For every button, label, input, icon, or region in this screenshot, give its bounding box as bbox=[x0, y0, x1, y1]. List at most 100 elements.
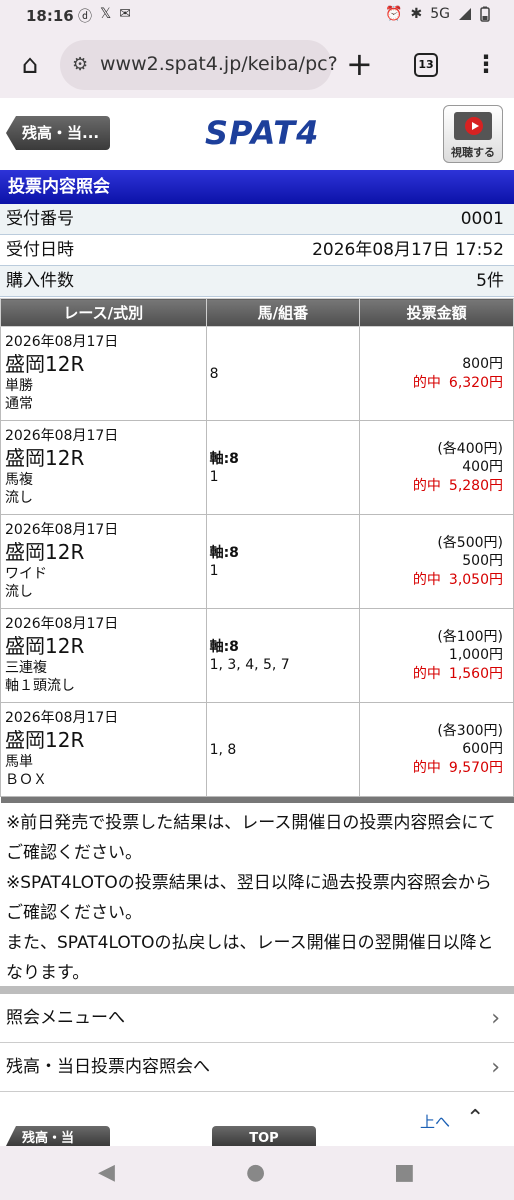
bet-amount: 400円 bbox=[462, 458, 503, 475]
hit-label: 的中 bbox=[412, 665, 441, 682]
hit-label: 的中 bbox=[412, 759, 441, 776]
back-to-balance-button-bottom[interactable]: 残高・当 bbox=[6, 1126, 110, 1146]
combo-numbers: 1, 8 bbox=[209, 741, 237, 758]
hit-payout: 的中 6,320円 bbox=[360, 373, 503, 393]
nav-back-icon[interactable]: ◀ bbox=[98, 1160, 115, 1185]
column-header-amount: 投票金額 bbox=[359, 298, 514, 327]
axis-horse: 軸:8 bbox=[209, 544, 239, 561]
race-cell: 2026年08月17日 盛岡12R 馬単 ＢＯＸ bbox=[0, 702, 207, 797]
hit-payout: 的中 9,570円 bbox=[360, 758, 503, 778]
back-to-balance-button[interactable]: 残高・当... bbox=[6, 116, 110, 150]
top-button[interactable]: TOP bbox=[212, 1126, 316, 1146]
receipt-datetime-value: 2026年08月17日 17:52 bbox=[312, 240, 504, 260]
mail-icon: ✉ bbox=[119, 6, 132, 22]
bet-amount: 600円 bbox=[462, 740, 503, 757]
race-cell: 2026年08月17日 盛岡12R 単勝 通常 bbox=[0, 326, 207, 421]
purchase-count-label: 購入件数 bbox=[6, 271, 74, 291]
race-date: 2026年08月17日 bbox=[5, 428, 119, 444]
bet-table: レース/式別 馬/組番 投票金額 2026年08月17日 盛岡12R 単勝 通常… bbox=[0, 298, 514, 803]
race-name: 盛岡12R bbox=[5, 446, 85, 470]
race-name: 盛岡12R bbox=[5, 728, 85, 752]
race-date: 2026年08月17日 bbox=[5, 616, 119, 632]
race-date: 2026年08月17日 bbox=[5, 522, 119, 538]
race-cell: 2026年08月17日 盛岡12R 馬複 流し bbox=[0, 420, 207, 515]
race-date: 2026年08月17日 bbox=[5, 710, 119, 726]
balance-today-link[interactable]: 残高・当日投票内容照会へ › bbox=[0, 1043, 514, 1092]
hit-payout: 的中 1,560円 bbox=[360, 664, 503, 684]
chevron-up-icon[interactable]: ⌃ bbox=[466, 1106, 484, 1131]
chevron-right-icon: › bbox=[491, 1006, 500, 1031]
site-settings-icon[interactable]: ⚙ bbox=[72, 54, 88, 75]
bet-amount: 1,000円 bbox=[448, 646, 503, 663]
network-type: 5G bbox=[430, 6, 450, 22]
combo-cell: 8 bbox=[205, 326, 361, 421]
new-tab-icon[interactable]: + bbox=[346, 46, 373, 82]
bet-type: 馬単 bbox=[5, 754, 33, 770]
receipt-number-row: 受付番号 0001 bbox=[0, 204, 514, 235]
browser-toolbar: ⌂ ⚙ www2.spat4.jp/keiba/pc? + 13 ⋮ bbox=[0, 32, 514, 98]
receipt-datetime-label: 受付日時 bbox=[6, 240, 74, 260]
system-icons: ⏰ ✱ 5G bbox=[385, 6, 490, 22]
tab-switcher-button[interactable]: 13 bbox=[414, 53, 438, 77]
axis-horse: 軸:8 bbox=[209, 638, 239, 655]
bet-type: 馬複 bbox=[5, 472, 33, 488]
table-footer-bar bbox=[0, 796, 514, 803]
axis-horse: 軸:8 bbox=[209, 450, 239, 467]
balance-today-label: 残高・当日投票内容照会へ bbox=[6, 1057, 210, 1077]
notification-icons: ⓓ 𝕏 ✉ bbox=[78, 6, 131, 26]
hit-amount: 6,320円 bbox=[448, 374, 503, 391]
table-row: 2026年08月17日 盛岡12R 馬複 流し 軸:8 1 (各400円) 40… bbox=[0, 420, 514, 515]
hit-payout: 的中 5,280円 bbox=[360, 476, 503, 496]
combo-cell: 軸:8 1 bbox=[205, 420, 361, 515]
race-name: 盛岡12R bbox=[5, 540, 85, 564]
site-header: 残高・当... SPAT4 視聴する bbox=[0, 98, 514, 170]
amount-cell: (各100円) 1,000円 的中 1,560円 bbox=[359, 608, 514, 703]
bet-method: 通常 bbox=[5, 396, 33, 412]
table-row: 2026年08月17日 盛岡12R 三連複 軸１頭流し 軸:8 1, 3, 4,… bbox=[0, 608, 514, 703]
amount-cell: (各400円) 400円 的中 5,280円 bbox=[359, 420, 514, 515]
notification-d-icon: ⓓ bbox=[78, 9, 92, 25]
bet-type: 単勝 bbox=[5, 378, 33, 394]
page-footer: 上へ ⌃ 残高・当 TOP bbox=[0, 1096, 514, 1146]
race-cell: 2026年08月17日 盛岡12R ワイド 流し bbox=[0, 514, 207, 609]
receipt-datetime-row: 受付日時 2026年08月17日 17:52 bbox=[0, 235, 514, 266]
battery-icon bbox=[480, 6, 490, 22]
combo-cell: 1, 8 bbox=[205, 702, 361, 797]
combo-cell: 軸:8 1 bbox=[205, 514, 361, 609]
race-name: 盛岡12R bbox=[5, 352, 85, 376]
hit-label: 的中 bbox=[412, 477, 441, 494]
nav-home-icon[interactable]: ● bbox=[246, 1160, 265, 1185]
chevron-right-icon: › bbox=[491, 1055, 500, 1080]
each-amount: (各400円) bbox=[437, 440, 503, 457]
page-title: 投票内容照会 bbox=[0, 170, 514, 204]
table-row: 2026年08月17日 盛岡12R 単勝 通常 8 800円 的中 6,320円 bbox=[0, 326, 514, 421]
combo-cell: 軸:8 1, 3, 4, 5, 7 bbox=[205, 608, 361, 703]
combo-numbers: 1 bbox=[209, 562, 219, 579]
hit-label: 的中 bbox=[412, 374, 441, 391]
amount-cell: (各500円) 500円 的中 3,050円 bbox=[359, 514, 514, 609]
hit-amount: 9,570円 bbox=[448, 759, 503, 776]
nav-recents-icon[interactable]: ■ bbox=[394, 1160, 415, 1185]
amount-cell: 800円 的中 6,320円 bbox=[359, 326, 514, 421]
spat4-logo[interactable]: SPAT4 bbox=[205, 114, 319, 152]
amount-cell: (各300円) 600円 的中 9,570円 bbox=[359, 702, 514, 797]
play-icon bbox=[465, 117, 483, 135]
hit-label: 的中 bbox=[412, 571, 441, 588]
scroll-top-link[interactable]: 上へ bbox=[420, 1111, 450, 1132]
alarm-icon: ⏰ bbox=[385, 6, 403, 22]
address-bar[interactable]: ⚙ www2.spat4.jp/keiba/pc? bbox=[60, 40, 338, 90]
more-menu-icon[interactable]: ⋮ bbox=[474, 46, 498, 82]
watch-label: 視聴する bbox=[451, 146, 495, 159]
notes: ※前日発売で投票した結果は、レース開催日の投票内容照会にてご確認ください。 ※S… bbox=[0, 808, 514, 988]
each-amount: (各100円) bbox=[437, 628, 503, 645]
receipt-number-label: 受付番号 bbox=[6, 209, 74, 229]
home-icon[interactable]: ⌂ bbox=[14, 50, 46, 80]
column-header-race: レース/式別 bbox=[0, 298, 207, 327]
race-cell: 2026年08月17日 盛岡12R 三連複 軸１頭流し bbox=[0, 608, 207, 703]
table-row: 2026年08月17日 盛岡12R 馬単 ＢＯＸ 1, 8 (各300円) 60… bbox=[0, 702, 514, 797]
inquiry-menu-label: 照会メニューへ bbox=[6, 1008, 125, 1028]
watch-video-button[interactable]: 視聴する bbox=[443, 105, 503, 163]
inquiry-menu-link[interactable]: 照会メニューへ › bbox=[0, 994, 514, 1043]
purchase-count-value: 5件 bbox=[476, 271, 504, 291]
bet-type: ワイド bbox=[5, 566, 47, 582]
